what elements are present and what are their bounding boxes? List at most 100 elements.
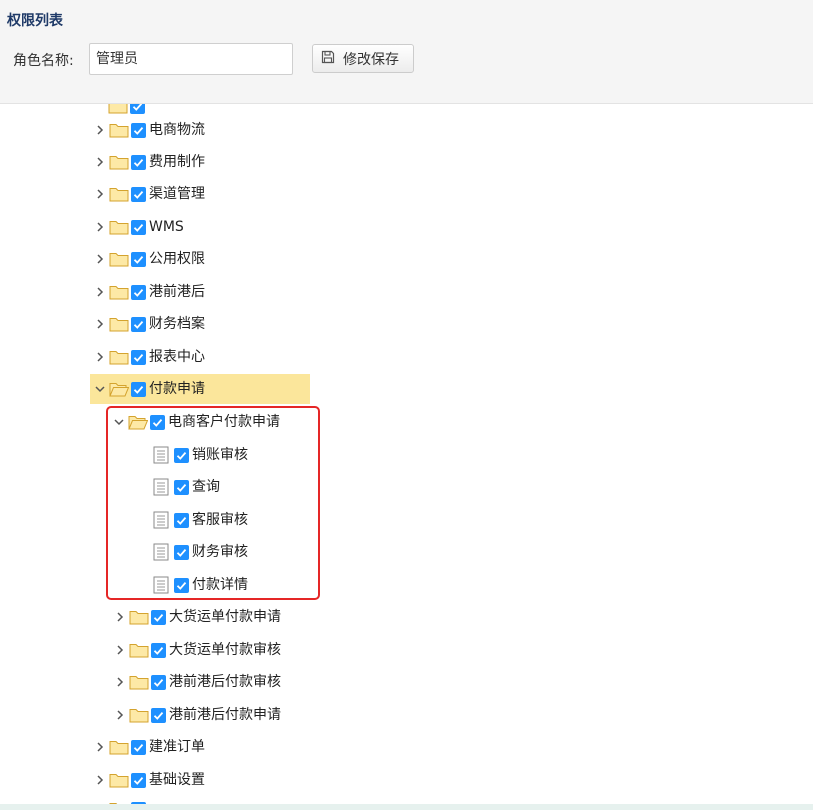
tree-leaf[interactable]: 付款详情	[149, 573, 248, 597]
tree-node[interactable]: 基础设置	[93, 768, 205, 792]
chevron-right-icon[interactable]	[93, 182, 107, 206]
chevron-right-icon[interactable]	[93, 280, 107, 304]
checkbox-checked[interactable]	[131, 251, 146, 267]
checkbox-checked[interactable]	[131, 772, 146, 788]
checkbox-checked[interactable]	[151, 642, 166, 658]
document-icon	[153, 543, 169, 561]
tree-node[interactable]: 港前港后付款审核	[113, 670, 281, 694]
chevron-down-icon[interactable]	[93, 377, 107, 401]
tree-node-label: 渠道管理	[149, 186, 205, 202]
tree-node[interactable]: 电商客户付款申请	[112, 410, 280, 434]
tree-node-label: 销账审核	[192, 447, 248, 463]
tree-node[interactable]: 公用权限	[93, 247, 205, 271]
folder-icon	[109, 774, 129, 788]
checkbox-checked[interactable]	[131, 186, 146, 202]
tree-node-label: WMS	[149, 219, 184, 235]
tree-node[interactable]: 港前港后	[93, 280, 205, 304]
checkbox-checked[interactable]	[131, 381, 146, 397]
chevron-right-icon[interactable]	[93, 247, 107, 271]
folder-icon	[109, 188, 129, 202]
chevron-right-icon[interactable]	[93, 118, 107, 142]
tree-node-partial-top	[108, 104, 148, 118]
tree-leaf[interactable]: 客服审核	[149, 508, 248, 532]
chevron-right-icon[interactable]	[113, 638, 127, 662]
folder-icon	[129, 644, 149, 658]
chevron-right-icon[interactable]	[93, 215, 107, 239]
checkbox-checked[interactable]	[131, 219, 146, 235]
permission-panel-header: 权限列表 角色名称: 管理员 修改保存	[0, 0, 813, 104]
tree-node[interactable]: 报表中心	[93, 345, 205, 369]
document-icon	[153, 478, 169, 496]
chevron-right-icon[interactable]	[113, 703, 127, 727]
chevron-right-icon[interactable]	[93, 735, 107, 759]
chevron-right-icon[interactable]	[93, 312, 107, 336]
checkbox-checked[interactable]	[151, 707, 166, 723]
role-name-input[interactable]: 管理员	[89, 43, 293, 75]
folder-icon	[109, 318, 129, 332]
checkbox-checked[interactable]	[131, 316, 146, 332]
folder-icon	[129, 611, 149, 625]
checkbox-checked[interactable]	[174, 447, 189, 463]
checkbox-checked[interactable]	[131, 349, 146, 365]
tree-leaf[interactable]: 查询	[149, 475, 220, 499]
tree-node[interactable]: 渠道管理	[93, 182, 205, 206]
folder-icon	[109, 221, 129, 235]
tree-node[interactable]: WMS	[93, 215, 184, 239]
chevron-right-icon[interactable]	[93, 150, 107, 174]
document-icon	[153, 446, 169, 464]
tree-node[interactable]: 电商物流	[93, 118, 205, 142]
checkbox-checked[interactable]	[174, 512, 189, 528]
tree-node[interactable]: 费用制作	[93, 150, 205, 174]
folder-icon	[109, 741, 129, 755]
folder-icon	[109, 124, 129, 138]
folder-icon	[109, 286, 129, 300]
document-icon	[153, 511, 169, 529]
panel-title: 权限列表	[7, 13, 63, 29]
folder-icon	[129, 676, 149, 690]
tree-node-label: 客服审核	[192, 512, 248, 528]
save-changes-button[interactable]: 修改保存	[312, 44, 414, 73]
document-icon	[153, 576, 169, 594]
permission-tree: 电商物流 费用制作 渠道管理 WMS 公用权限 港前港后 财务档案 报表中心 付…	[0, 104, 813, 804]
tree-leaf[interactable]: 销账审核	[149, 443, 248, 467]
chevron-right-icon[interactable]	[113, 605, 127, 629]
tree-node-label: 查询	[192, 479, 220, 495]
folder-icon	[129, 709, 149, 723]
tree-node-label: 大货运单付款申请	[169, 609, 281, 625]
tree-node[interactable]: 大货运单付款审核	[113, 638, 281, 662]
checkbox-checked[interactable]	[131, 122, 146, 138]
tree-node-label: 公用权限	[149, 251, 205, 267]
folder-open-icon	[128, 416, 148, 430]
tree-node[interactable]: 财务档案	[93, 312, 205, 336]
tree-node[interactable]: 建准订单	[93, 735, 205, 759]
checkbox-checked[interactable]	[151, 609, 166, 625]
checkbox-checked[interactable]	[150, 414, 165, 430]
checkbox-checked[interactable]	[131, 739, 146, 755]
checkbox-checked[interactable]	[131, 154, 146, 170]
chevron-right-icon[interactable]	[93, 345, 107, 369]
tree-node-label: 港前港后付款审核	[169, 674, 281, 690]
tree-node-label: 付款申请	[149, 381, 205, 397]
tree-node-label: 港前港后付款申请	[169, 707, 281, 723]
checkbox-checked[interactable]	[174, 479, 189, 495]
tree-node-selected[interactable]: 付款申请	[90, 374, 310, 404]
tree-node-label: 财务档案	[149, 316, 205, 332]
chevron-right-icon[interactable]	[113, 670, 127, 694]
bottom-scroll-bar[interactable]	[0, 804, 813, 810]
tree-node-label: 大货运单付款审核	[169, 642, 281, 658]
chevron-right-icon[interactable]	[93, 768, 107, 792]
tree-leaf[interactable]: 财务审核	[149, 540, 248, 564]
chevron-down-icon[interactable]	[112, 410, 126, 434]
tree-node[interactable]: 大货运单付款申请	[113, 605, 281, 629]
checkbox-checked[interactable]	[174, 544, 189, 560]
checkbox-checked[interactable]	[174, 577, 189, 593]
tree-node[interactable]: 港前港后付款申请	[113, 703, 281, 727]
folder-icon	[109, 253, 129, 267]
checkbox-checked[interactable]	[131, 284, 146, 300]
folder-icon	[109, 351, 129, 365]
save-icon	[321, 50, 335, 68]
checkbox-checked[interactable]	[151, 674, 166, 690]
tree-node-label: 电商物流	[149, 122, 205, 138]
tree-node-label: 港前港后	[149, 284, 205, 300]
role-name-label: 角色名称:	[13, 53, 74, 69]
